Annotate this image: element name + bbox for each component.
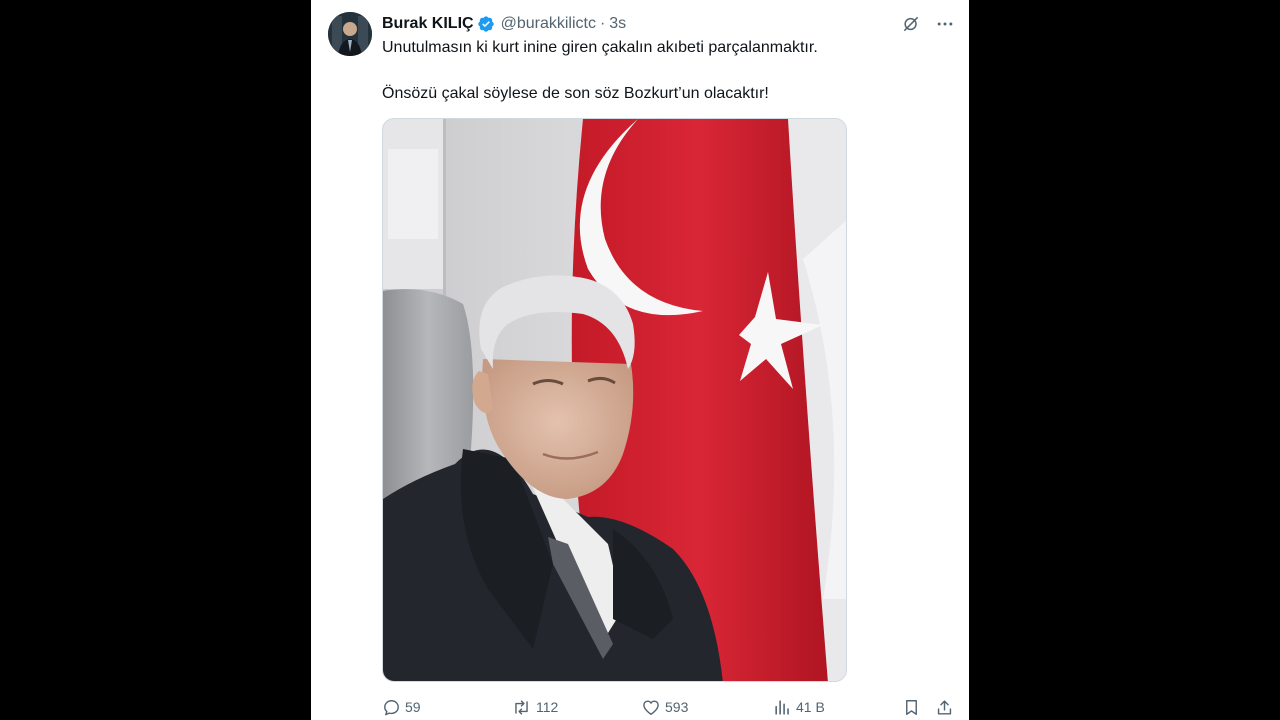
- like-icon: [643, 699, 659, 715]
- tweet-text-line-1: Unutulmasın ki kurt inine giren çakalın …: [382, 39, 818, 56]
- tweet-text: Unutulmasın ki kurt inine giren çakalın …: [382, 37, 942, 105]
- tweet-media-photo[interactable]: [382, 118, 847, 682]
- bookmark-button[interactable]: [902, 694, 921, 720]
- tweet-text-line-2: Önsözü çakal söylese de son söz Bozkurt’…: [382, 85, 769, 102]
- share-icon: [937, 699, 952, 715]
- avatar-photo: [328, 12, 372, 56]
- photo-image: [383, 119, 846, 681]
- views-icon: [775, 699, 789, 715]
- grok-icon[interactable]: [899, 12, 923, 36]
- views-count: 41 B: [796, 699, 825, 715]
- reply-icon: [384, 699, 399, 715]
- reply-button[interactable]: 59: [382, 694, 421, 720]
- separator-dot: ·: [599, 15, 606, 32]
- tweet-card: Burak KILIÇ @burakkilictc · 3s Unutulmas…: [311, 0, 969, 720]
- author-display-name[interactable]: Burak KILIÇ: [382, 15, 474, 33]
- verified-badge-icon: [477, 15, 495, 33]
- bookmark-icon: [906, 699, 917, 715]
- more-icon[interactable]: [933, 12, 957, 36]
- like-count: 593: [665, 699, 689, 715]
- repost-count: 112: [536, 699, 559, 715]
- tweet-top-actions: [899, 12, 957, 36]
- share-button[interactable]: [935, 694, 954, 720]
- tweet-header: Burak KILIÇ @burakkilictc · 3s: [382, 13, 626, 35]
- avatar[interactable]: [328, 12, 372, 56]
- like-button[interactable]: 593: [641, 694, 688, 720]
- tweet-action-bar: 59 112 593 41 B: [382, 694, 956, 720]
- repost-button[interactable]: 112: [511, 694, 558, 720]
- repost-icon: [515, 699, 528, 715]
- reply-count: 59: [405, 699, 421, 715]
- tweet-timestamp[interactable]: 3s: [609, 15, 626, 33]
- author-handle[interactable]: @burakkilictc: [501, 15, 596, 33]
- views-button[interactable]: 41 B: [773, 694, 825, 720]
